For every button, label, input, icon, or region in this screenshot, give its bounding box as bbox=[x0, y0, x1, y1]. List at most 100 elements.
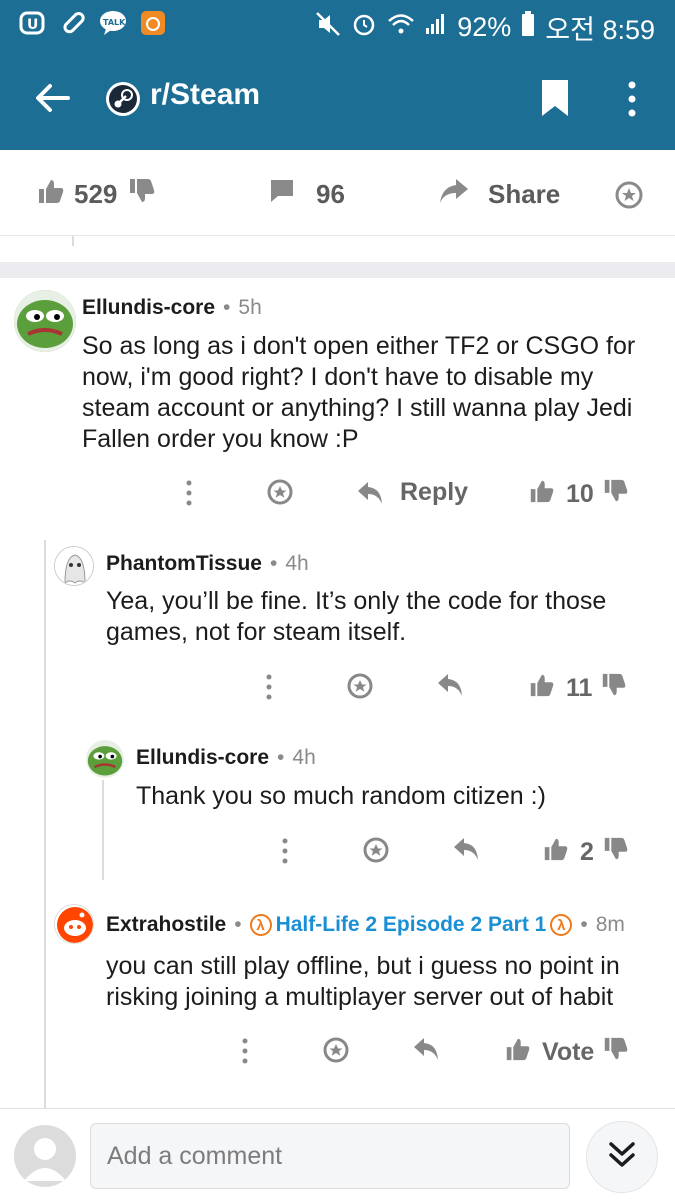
comment-body: Yea, you’ll be fine. It’s only the code … bbox=[106, 586, 606, 648]
comment-composer-bar: Add a comment bbox=[0, 1108, 675, 1200]
reply-icon[interactable] bbox=[436, 672, 464, 698]
thread-line bbox=[44, 540, 46, 1108]
thread-line-stub bbox=[72, 236, 74, 246]
vote-group: 11 bbox=[528, 672, 626, 705]
award-icon[interactable] bbox=[322, 1036, 350, 1064]
lambda-icon: λ bbox=[550, 914, 573, 936]
timestamp: 5h bbox=[238, 296, 262, 319]
status-bar: U TALK 92% 오전 8:59 bbox=[0, 0, 675, 48]
comment-body: Thank you so much random citizen :) bbox=[136, 781, 546, 812]
svg-text:TALK: TALK bbox=[103, 18, 126, 27]
comment-score: 2 bbox=[580, 838, 594, 866]
upvote-icon[interactable] bbox=[542, 836, 568, 869]
alarm-icon bbox=[351, 11, 377, 44]
separator-dot: • bbox=[580, 913, 588, 936]
downvote-icon[interactable] bbox=[600, 672, 626, 705]
add-comment-input[interactable]: Add a comment bbox=[90, 1123, 570, 1189]
timestamp: 4h bbox=[292, 746, 316, 769]
timestamp: 8m bbox=[595, 913, 625, 936]
comment-score: 10 bbox=[566, 480, 594, 508]
username[interactable]: Ellundis-core bbox=[136, 746, 269, 770]
downvote-icon[interactable] bbox=[602, 836, 628, 869]
separator-dot: • bbox=[234, 913, 242, 936]
comment-line: now, i'm good right? I don't have to dis… bbox=[82, 363, 594, 391]
user-avatar[interactable] bbox=[14, 1125, 76, 1187]
award-icon[interactable] bbox=[614, 180, 644, 217]
separator-dot: • bbox=[223, 296, 231, 319]
app-u-icon: U bbox=[18, 8, 48, 38]
comment-icon bbox=[268, 177, 296, 212]
comment-meta: Ellundis-core • 4h bbox=[136, 746, 316, 770]
bookmark-icon[interactable] bbox=[540, 78, 570, 123]
share-arrow-icon bbox=[438, 177, 470, 212]
reply-button[interactable]: Reply bbox=[356, 478, 468, 507]
comment-meta: Ellundis-core • 5h bbox=[82, 296, 262, 320]
svg-text:U: U bbox=[27, 17, 38, 33]
comment-line: Thank you so much random citizen :) bbox=[136, 782, 546, 810]
upvote-group: 529 bbox=[36, 177, 155, 212]
avatar[interactable] bbox=[54, 904, 94, 944]
mute-icon bbox=[315, 11, 341, 44]
double-chevron-down-icon bbox=[605, 1138, 639, 1177]
downvote-icon[interactable] bbox=[602, 478, 628, 511]
award-icon[interactable] bbox=[266, 478, 294, 506]
comment-count: 96 bbox=[316, 179, 345, 209]
reply-icon[interactable] bbox=[452, 836, 480, 862]
award-icon[interactable] bbox=[346, 672, 374, 700]
vote-group: Vote bbox=[504, 1036, 628, 1069]
lambda-icon: λ bbox=[249, 914, 272, 936]
comment-meta: PhantomTissue • 4h bbox=[106, 552, 309, 576]
comment-actions: Reply 10 bbox=[0, 478, 675, 518]
flair-text: Half-Life 2 Episode 2 Part 1 bbox=[275, 913, 547, 936]
username[interactable]: PhantomTissue bbox=[106, 552, 262, 576]
comment-line: So as long as i don't open either TF2 or… bbox=[82, 332, 636, 360]
upvote-icon[interactable] bbox=[36, 177, 64, 212]
avatar[interactable] bbox=[54, 546, 94, 586]
avatar[interactable] bbox=[86, 740, 124, 778]
award-icon[interactable] bbox=[362, 836, 390, 864]
vote-group: 10 bbox=[528, 478, 628, 511]
signal-icon bbox=[425, 12, 447, 43]
post-score: 529 bbox=[74, 179, 118, 209]
comment-line: steam account or anything? I still wanna… bbox=[82, 394, 633, 422]
comment-line: you can still play offline, but i guess … bbox=[106, 952, 620, 980]
more-options-icon[interactable] bbox=[240, 1036, 250, 1066]
reply-label: Reply bbox=[400, 478, 469, 506]
downvote-icon[interactable] bbox=[602, 1036, 628, 1069]
comment-actions: Vote bbox=[0, 1036, 675, 1076]
comment-actions: 2 bbox=[0, 836, 675, 876]
more-options-icon[interactable] bbox=[626, 80, 638, 123]
battery-percent: 92% bbox=[457, 12, 512, 42]
separator-dot: • bbox=[277, 746, 285, 769]
more-options-icon[interactable] bbox=[280, 836, 290, 866]
more-options-icon[interactable] bbox=[184, 478, 194, 508]
username[interactable]: Extrahostile bbox=[106, 913, 226, 937]
username[interactable]: Ellundis-core bbox=[82, 296, 215, 320]
user-flair: λ Half-Life 2 Episode 2 Part 1 λ bbox=[249, 913, 573, 937]
avatar[interactable] bbox=[14, 290, 76, 352]
reply-icon[interactable] bbox=[412, 1036, 440, 1062]
back-arrow-icon[interactable] bbox=[32, 78, 72, 123]
vote-group: 2 bbox=[542, 836, 628, 869]
post-action-bar: 529 96 Share bbox=[0, 150, 675, 236]
comment-line: Yea, you’ll be fine. It’s only the code … bbox=[106, 587, 607, 615]
timestamp: 4h bbox=[285, 552, 309, 575]
comments-group[interactable]: 96 bbox=[268, 177, 345, 212]
comment-line: games, not for steam itself. bbox=[106, 618, 407, 646]
upvote-icon[interactable] bbox=[504, 1036, 530, 1069]
upvote-icon[interactable] bbox=[528, 478, 554, 511]
pill-icon bbox=[58, 8, 88, 38]
more-options-icon[interactable] bbox=[264, 672, 274, 702]
share-label: Share bbox=[488, 179, 561, 209]
downvote-icon[interactable] bbox=[127, 177, 155, 212]
subreddit-title[interactable]: r/Steam bbox=[150, 78, 260, 112]
battery-icon bbox=[521, 11, 535, 44]
section-divider bbox=[0, 262, 675, 278]
share-button[interactable]: Share bbox=[438, 177, 560, 212]
scroll-down-button[interactable] bbox=[586, 1121, 658, 1193]
comment-body: So as long as i don't open either TF2 or… bbox=[82, 331, 635, 455]
vote-label: Vote bbox=[542, 1038, 595, 1066]
talk-icon: TALK bbox=[98, 8, 128, 38]
upvote-icon[interactable] bbox=[528, 672, 554, 705]
steam-logo-icon bbox=[104, 80, 142, 123]
